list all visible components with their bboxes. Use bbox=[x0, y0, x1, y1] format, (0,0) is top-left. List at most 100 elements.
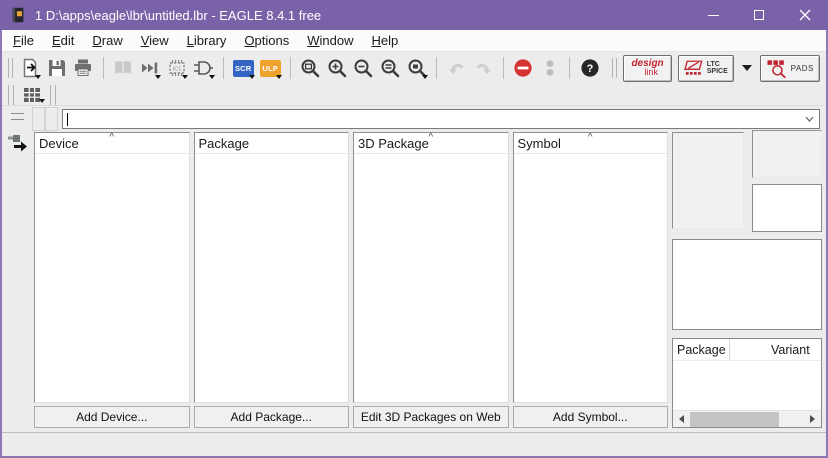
dropdown-caret-icon bbox=[209, 75, 215, 79]
variant-table-header-variant: Variant bbox=[730, 343, 821, 357]
command-bar-handle[interactable] bbox=[32, 107, 45, 131]
dropdown-arrow-icon bbox=[742, 65, 752, 71]
add-device-button[interactable]: Add Device... bbox=[34, 406, 190, 428]
stop-button[interactable] bbox=[513, 55, 534, 81]
add-symbol-button[interactable]: Add Symbol... bbox=[513, 406, 669, 428]
main-toolbar: IC1 SCR ULP bbox=[2, 52, 826, 84]
variant-table-body[interactable] bbox=[673, 361, 821, 410]
zoom-fit-button[interactable] bbox=[300, 55, 321, 81]
ltc-spice-dropdown-button[interactable] bbox=[740, 55, 754, 81]
rail-handle[interactable] bbox=[11, 113, 24, 120]
sort-asc-icon: ^ bbox=[428, 132, 433, 143]
menu-view[interactable]: View bbox=[132, 30, 178, 51]
device-preview bbox=[672, 132, 744, 229]
menu-options[interactable]: Options bbox=[235, 30, 298, 51]
combo-dropdown-icon[interactable] bbox=[805, 116, 814, 122]
zoom-in-button[interactable] bbox=[326, 55, 347, 81]
help-icon: ? bbox=[580, 58, 600, 78]
package-column: Package Add Package... bbox=[194, 132, 350, 428]
menu-edit[interactable]: Edit bbox=[43, 30, 83, 51]
titlebar[interactable]: 1 D:\apps\eagle\lbr\untitled.lbr - EAGLE… bbox=[0, 0, 828, 30]
open-board-button[interactable] bbox=[19, 55, 40, 81]
app-icon bbox=[9, 5, 27, 25]
help-button[interactable]: ? bbox=[579, 55, 600, 81]
route-tool-icon bbox=[6, 130, 28, 152]
zoom-redraw-button[interactable] bbox=[380, 55, 401, 81]
symbol-list[interactable] bbox=[514, 154, 668, 402]
save-icon bbox=[47, 58, 67, 78]
variant-table-header: Package Variant bbox=[673, 339, 821, 361]
package-list[interactable] bbox=[195, 154, 349, 402]
design-link-button[interactable]: design link bbox=[623, 55, 671, 82]
device-column: Device ^ Add Device... bbox=[34, 132, 190, 428]
device-list[interactable] bbox=[35, 154, 189, 402]
package-edit-button[interactable]: IC1 bbox=[166, 55, 187, 81]
dropdown-caret-icon bbox=[182, 75, 188, 79]
toolbar-handle[interactable] bbox=[8, 58, 13, 78]
library-book-button[interactable] bbox=[113, 55, 134, 81]
route-tool-button[interactable] bbox=[6, 130, 28, 155]
scrollbar-thumb[interactable] bbox=[690, 412, 779, 427]
zoom-select-button[interactable] bbox=[407, 55, 428, 81]
add-package-button[interactable]: Add Package... bbox=[194, 406, 350, 428]
script-button[interactable]: SCR bbox=[233, 55, 254, 81]
traffic-light-button[interactable] bbox=[539, 55, 560, 81]
maximize-icon bbox=[754, 10, 764, 20]
package-column-header[interactable]: Package bbox=[195, 133, 349, 154]
pads-button[interactable]: PADS bbox=[760, 55, 820, 82]
zoom-fit-icon bbox=[300, 58, 320, 78]
redo-button[interactable] bbox=[473, 55, 494, 81]
window-title: 1 D:\apps\eagle\lbr\untitled.lbr - EAGLE… bbox=[35, 8, 321, 23]
zoom-out-button[interactable] bbox=[353, 55, 374, 81]
grid-button[interactable] bbox=[20, 85, 44, 105]
menu-library[interactable]: Library bbox=[178, 30, 236, 51]
pads-icon bbox=[766, 59, 788, 78]
symbol-preview bbox=[672, 239, 822, 330]
ltc-spice-button[interactable]: LTC SPICE bbox=[678, 55, 734, 82]
symbol-column-header[interactable]: Symbol ^ bbox=[514, 133, 668, 154]
dropdown-caret-icon bbox=[155, 75, 161, 79]
menu-help[interactable]: Help bbox=[363, 30, 408, 51]
device-column-header[interactable]: Device ^ bbox=[35, 133, 189, 154]
variant-table-hscrollbar[interactable] bbox=[673, 410, 821, 427]
ltc-spice-icon bbox=[684, 59, 704, 77]
scroll-left-button[interactable] bbox=[673, 411, 690, 428]
toolbar-handle[interactable] bbox=[50, 85, 56, 105]
dropdown-caret-icon bbox=[249, 75, 255, 79]
menu-draw[interactable]: Draw bbox=[83, 30, 131, 51]
scroll-left-icon bbox=[679, 415, 684, 423]
traffic-light-icon bbox=[540, 58, 560, 78]
save-button[interactable] bbox=[46, 55, 67, 81]
toolbar-separator bbox=[223, 57, 224, 79]
toolbar-handle[interactable] bbox=[8, 85, 14, 105]
toolbar-separator bbox=[290, 57, 291, 79]
symbol-edit-button[interactable] bbox=[193, 55, 214, 81]
toolbar-handle[interactable] bbox=[612, 58, 617, 78]
svg-text:?: ? bbox=[586, 63, 593, 75]
maximize-button[interactable] bbox=[736, 0, 782, 30]
ulp-button[interactable]: ULP bbox=[260, 55, 281, 81]
command-input[interactable] bbox=[63, 110, 819, 128]
package3d-list[interactable] bbox=[354, 154, 508, 402]
device-edit-button[interactable] bbox=[139, 55, 160, 81]
package3d-column-header[interactable]: 3D Package ^ bbox=[354, 133, 508, 154]
toolbar-separator bbox=[436, 57, 437, 79]
command-combobox bbox=[62, 109, 820, 129]
command-bar bbox=[32, 106, 826, 132]
minimize-button[interactable] bbox=[690, 0, 736, 30]
scroll-right-button[interactable] bbox=[804, 411, 821, 428]
grid-toolbar bbox=[2, 84, 826, 106]
toolbar-separator bbox=[103, 57, 104, 79]
print-button[interactable] bbox=[73, 55, 94, 81]
edit-3d-packages-button[interactable]: Edit 3D Packages on Web bbox=[353, 406, 509, 428]
menubar: File Edit Draw View Library Options Wind… bbox=[2, 30, 826, 52]
script-icon: SCR bbox=[233, 60, 254, 77]
close-button[interactable] bbox=[782, 0, 828, 30]
undo-button[interactable] bbox=[446, 55, 467, 81]
library-book-icon bbox=[113, 58, 133, 78]
dropdown-caret-icon bbox=[276, 75, 282, 79]
command-bar-handle[interactable] bbox=[45, 107, 58, 131]
menu-window[interactable]: Window bbox=[298, 30, 362, 51]
menu-file[interactable]: File bbox=[4, 30, 43, 51]
text-cursor bbox=[67, 113, 68, 126]
